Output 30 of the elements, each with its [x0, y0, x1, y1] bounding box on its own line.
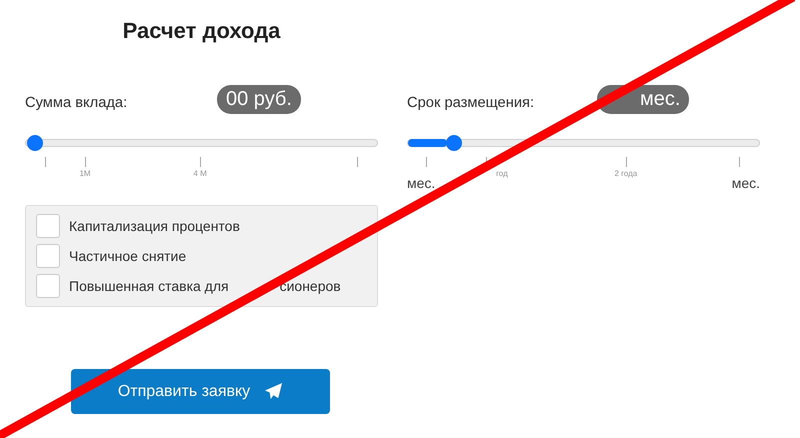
form-title: Расчет дохода — [122, 18, 282, 44]
tick-label: год — [496, 169, 508, 178]
tick-label: 4 M — [193, 169, 207, 178]
slider-thumb[interactable] — [27, 135, 43, 151]
slider-label: Сумма вклада: — [25, 95, 128, 111]
tick-mark — [738, 157, 740, 167]
checkbox-label[interactable]: Повышенная ставка для — [69, 278, 229, 294]
checkbox-label[interactable]: Частичное снятие — [69, 248, 186, 264]
checkbox-label[interactable]: сионеров — [280, 278, 341, 294]
checkbox[interactable] — [36, 214, 60, 238]
tick-mark — [85, 157, 86, 167]
slider-label: Срок размещения: — [407, 95, 534, 111]
tick-label: 2 года — [614, 169, 638, 178]
slider-track[interactable] — [25, 139, 378, 147]
checkbox[interactable] — [36, 274, 60, 298]
paper-plane-icon — [264, 382, 284, 401]
checkbox-label[interactable]: Капитализация процентов — [69, 218, 240, 234]
range-label: мес. — [407, 175, 436, 193]
tick-mark — [200, 157, 202, 167]
tick-mark — [45, 157, 46, 167]
value-badge: 00 руб. — [217, 85, 301, 114]
range-label: мес. — [732, 175, 760, 193]
checkbox[interactable] — [36, 244, 60, 268]
tick-mark — [426, 157, 428, 167]
tick-mark — [356, 157, 358, 167]
tick-mark — [626, 157, 627, 167]
slider-thumb[interactable] — [446, 135, 462, 151]
tick-label: 1M — [79, 169, 91, 178]
submit-button[interactable]: Отправить заявку — [71, 369, 330, 414]
slider-track[interactable] — [407, 139, 760, 147]
